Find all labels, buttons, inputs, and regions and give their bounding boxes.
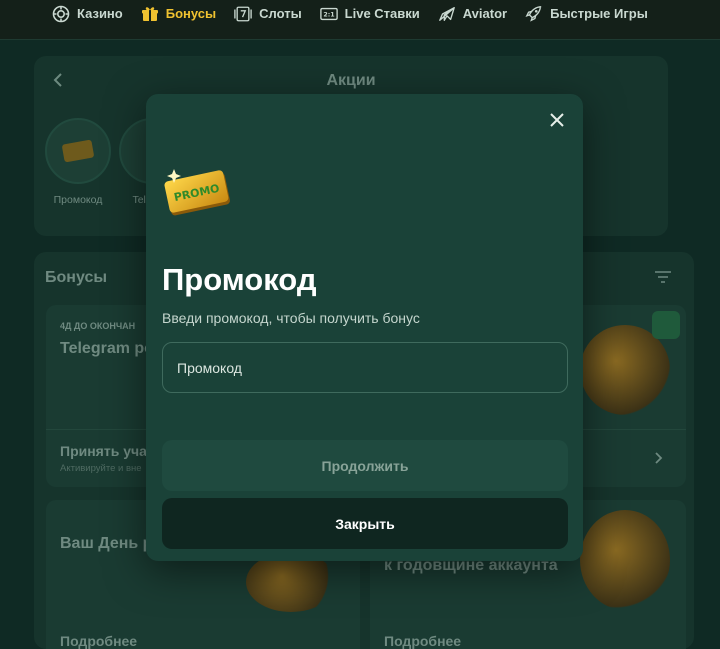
card-subtext: Активируйте и вне: [60, 463, 142, 474]
nav-label: Live Ставки: [344, 6, 420, 21]
cash-decoration: [652, 311, 680, 339]
trophy-decoration: [580, 510, 670, 610]
story-promocode[interactable]: [45, 118, 111, 184]
slot-7-icon: [234, 5, 252, 23]
svg-text:2:1: 2:1: [323, 11, 334, 18]
card-action[interactable]: Принять учас: [60, 443, 155, 459]
nav-item-casino[interactable]: Казино: [52, 0, 123, 29]
nav-item-live-bets[interactable]: 2:1 Live Ставки: [319, 0, 420, 29]
modal-subtitle: Введи промокод, чтобы получить бонус: [162, 310, 420, 326]
nav-label: Быстрые Игры: [550, 6, 648, 21]
live-scoreboard-icon: 2:1: [319, 5, 338, 23]
story-label: Промокод: [53, 194, 103, 206]
plane-icon: [438, 5, 456, 23]
promocode-input[interactable]: [162, 342, 568, 393]
filter-icon[interactable]: [654, 270, 672, 284]
promo-ticket-icon: [62, 140, 94, 162]
card-more-link[interactable]: Подробнее: [384, 633, 461, 649]
promocode-modal: PROMO Промокод Введи промокод, чтобы пол…: [146, 94, 583, 561]
rocket-icon: [525, 5, 543, 23]
gift-icon: [141, 5, 159, 23]
continue-button[interactable]: Продолжить: [162, 440, 568, 491]
card-more-link[interactable]: Подробнее: [60, 633, 137, 649]
chevron-right-icon[interactable]: [654, 451, 664, 470]
countdown-badge: 4Д ДО ОКОНЧАН: [60, 321, 136, 331]
nav-item-bonuses[interactable]: Бонусы: [141, 0, 216, 29]
nav-item-aviator[interactable]: Aviator: [438, 0, 507, 29]
nav-label: Aviator: [462, 6, 508, 21]
casino-chip-icon: [52, 5, 70, 23]
close-icon[interactable]: [547, 110, 567, 130]
nav-label: Слоты: [259, 6, 302, 21]
nav-label: Казино: [77, 6, 123, 21]
promo-ticket-illustration: PROMO: [164, 166, 234, 220]
nav-item-slots[interactable]: Слоты: [234, 0, 302, 29]
promotions-title: Акции: [326, 72, 376, 89]
modal-title: Промокод: [162, 262, 317, 297]
cake-decoration: [246, 552, 336, 612]
bonuses-title: Бонусы: [45, 269, 107, 286]
close-button[interactable]: Закрыть: [162, 498, 568, 549]
nav-item-fast-games[interactable]: Быстрые Игры: [525, 0, 648, 29]
top-navigation: Казино Бонусы Слоты 2:1 Live Ставки Avia…: [0, 0, 720, 40]
nav-label: Бонусы: [165, 6, 217, 21]
